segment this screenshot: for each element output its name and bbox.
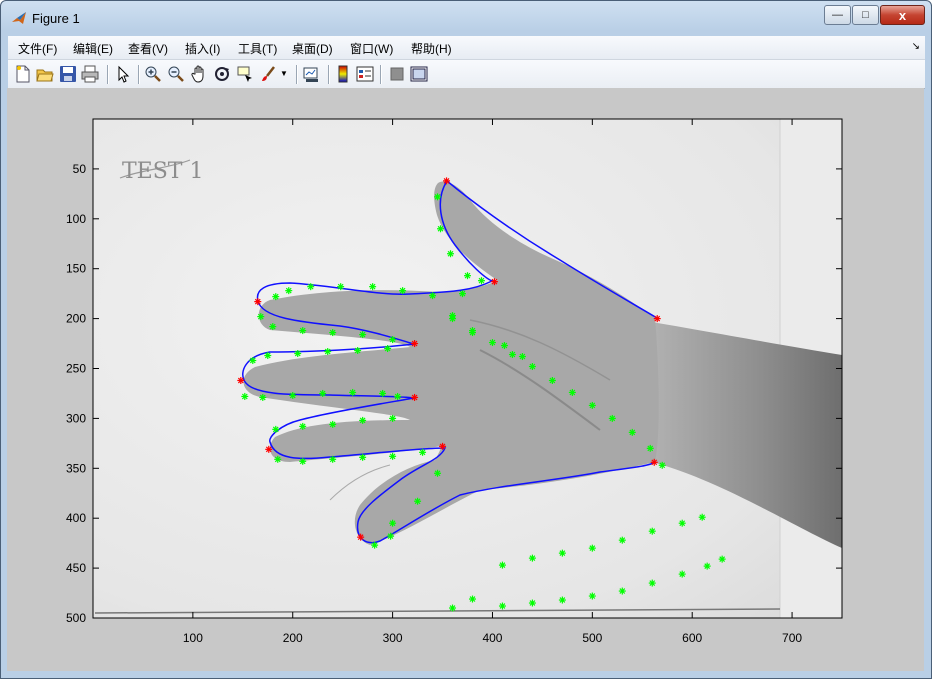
- corner-point-marker: [254, 298, 262, 306]
- y-tick-label: 400: [66, 511, 86, 525]
- figure-canvas: TEST 1 100 200 300 400 500 600 700 50 100 150 200 2…: [7, 88, 924, 671]
- y-tick-label: 500: [66, 611, 86, 625]
- contour-point-marker: [703, 562, 711, 570]
- y-tick-label: 450: [66, 561, 86, 575]
- x-tick-label: 300: [383, 631, 403, 645]
- y-tick-label: 300: [66, 411, 86, 425]
- y-tick-label: 50: [73, 162, 87, 176]
- contour-point-marker: [299, 422, 307, 430]
- contour-point-marker: [528, 363, 536, 371]
- y-tick-label: 350: [66, 461, 86, 475]
- x-tick-label: 600: [682, 631, 702, 645]
- y-tick-label: 100: [66, 212, 86, 226]
- contour-point-marker: [528, 554, 536, 562]
- y-tick-label: 150: [66, 262, 86, 276]
- y-tick-label: 200: [66, 312, 86, 326]
- hand-image: TEST 1: [93, 119, 842, 618]
- x-tick-label: 400: [482, 631, 502, 645]
- x-tick-label: 100: [183, 631, 203, 645]
- x-tick-label: 200: [283, 631, 303, 645]
- contour-point-marker: [241, 392, 249, 400]
- contour-point-marker: [618, 587, 626, 595]
- handwritten-label: TEST 1: [122, 159, 203, 184]
- x-tick-label: 700: [782, 631, 802, 645]
- contour-point-marker: [419, 448, 427, 456]
- contour-point-marker: [678, 570, 686, 578]
- y-tick-label: 250: [66, 362, 86, 376]
- contour-point-marker: [658, 461, 666, 469]
- contour-point-marker: [678, 519, 686, 527]
- x-tick-label: 500: [582, 631, 602, 645]
- contour-point-marker: [618, 536, 626, 544]
